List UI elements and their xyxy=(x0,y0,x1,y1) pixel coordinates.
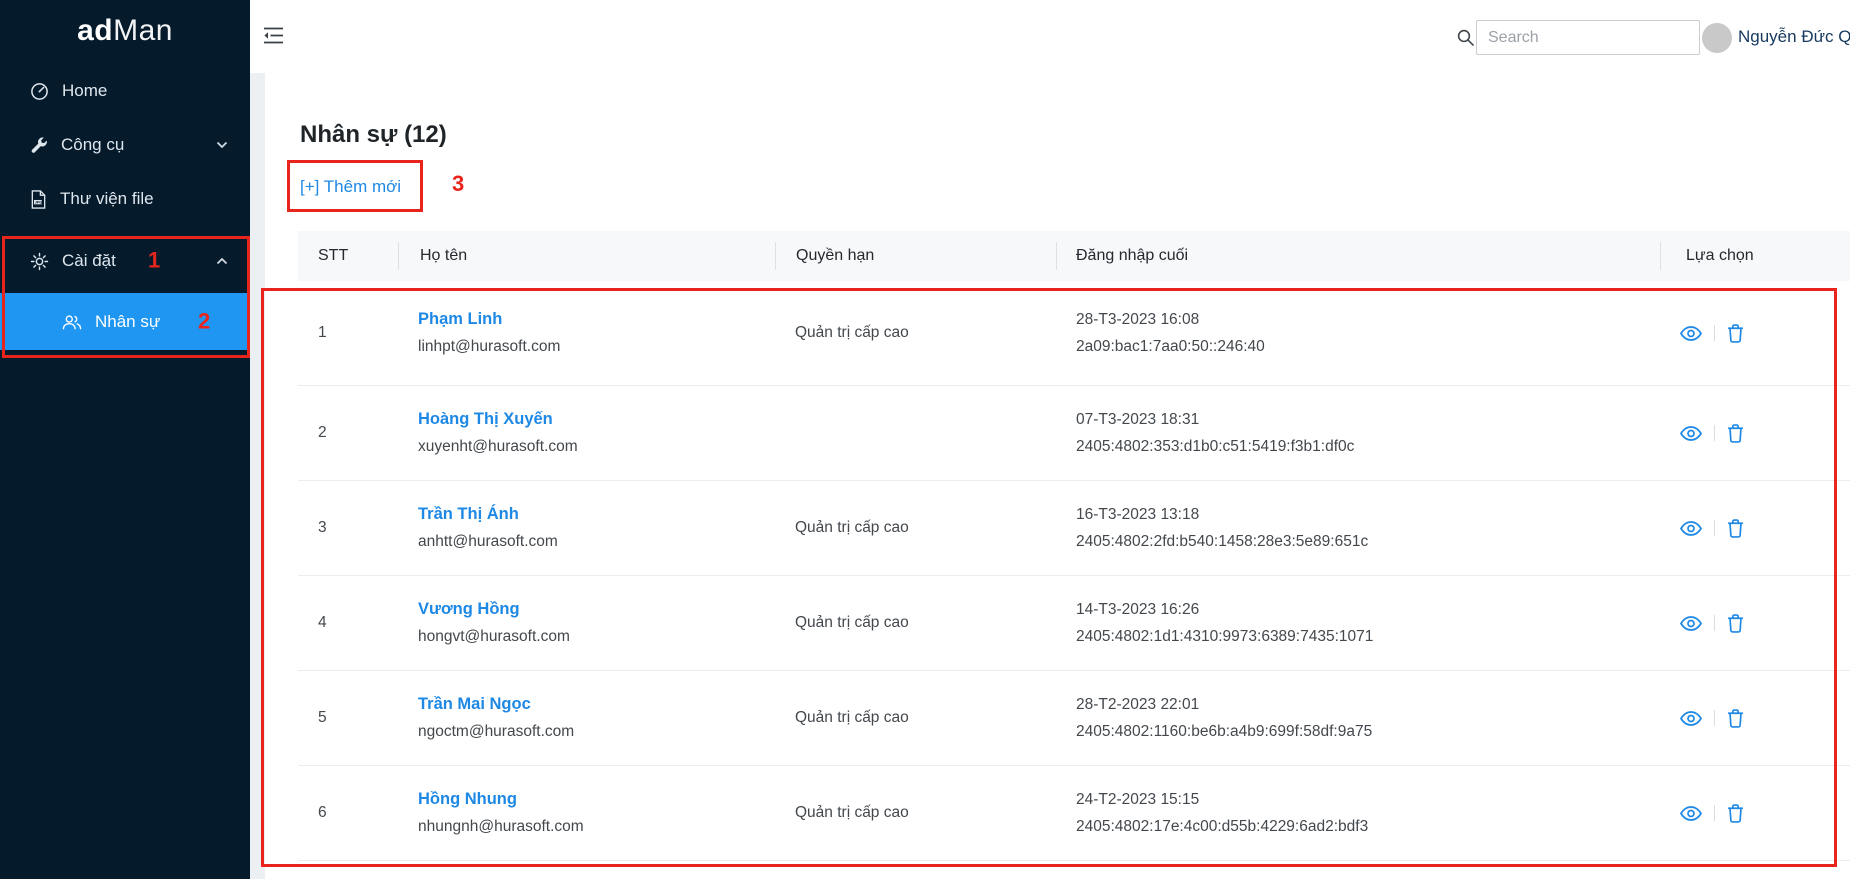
view-button[interactable] xyxy=(1680,711,1702,726)
last-login-ip: 2405:4802:2fd:b540:1458:28e3:5e89:651c xyxy=(1076,533,1660,551)
last-login-ip: 2405:4802:1d1:4310:9973:6389:7435:1071 xyxy=(1076,628,1660,646)
page-title: Nhân sự (12) xyxy=(300,121,447,149)
last-login-time: 28-T3-2023 16:08 xyxy=(1076,311,1660,329)
divider xyxy=(1714,615,1715,631)
view-button[interactable] xyxy=(1680,426,1702,441)
delete-button[interactable] xyxy=(1727,424,1744,443)
gear-icon xyxy=(30,252,49,271)
annotation-number-3: 3 xyxy=(452,171,464,197)
dashboard-icon xyxy=(30,82,49,101)
column-header-role: Quyền hạn xyxy=(775,231,1056,281)
sidebar-item-label: Nhân sự xyxy=(95,312,160,332)
last-login-ip: 2405:4802:1160:be6b:a4b9:699f:58df:9a75 xyxy=(1076,723,1660,741)
add-new-button[interactable]: [+] Thêm mới xyxy=(300,177,401,197)
wrench-icon xyxy=(30,136,48,154)
logo-bold: ad xyxy=(77,14,113,47)
row-index: 5 xyxy=(298,709,398,727)
annotation-number-2: 2 xyxy=(198,308,210,334)
user-name-link[interactable]: Hoàng Thị Xuyến xyxy=(418,410,775,429)
user-email: hongvt@hurasoft.com xyxy=(418,628,775,646)
last-login-time: 14-T3-2023 16:26 xyxy=(1076,601,1660,619)
user-name[interactable]: Nguyễn Đức Qu xyxy=(1738,27,1850,47)
sidebar-item-label: Thư viện file xyxy=(60,189,154,209)
user-name-link[interactable]: Phạm Linh xyxy=(418,310,775,329)
chevron-down-icon xyxy=(216,141,228,149)
last-login-ip: 2405:4802:17e:4c00:d55b:4229:6ad2:bdf3 xyxy=(1076,818,1660,836)
user-email: ngoctm@hurasoft.com xyxy=(418,723,775,741)
column-header-last-login: Đăng nhập cuối xyxy=(1056,231,1660,281)
app-logo: adMan xyxy=(0,14,250,48)
user-name-link[interactable]: Hồng Nhung xyxy=(418,790,775,809)
search-input[interactable] xyxy=(1476,20,1700,55)
last-login-ip: 2405:4802:353:d1b0:c51:5419:f3b1:df0c xyxy=(1076,438,1660,456)
table-header: STT Họ tên Quyền hạn Đăng nhập cuối Lựa … xyxy=(298,231,1850,281)
last-login-time: 07-T3-2023 18:31 xyxy=(1076,411,1660,429)
sidebar-item-home[interactable]: Home xyxy=(0,64,250,118)
column-header-stt: STT xyxy=(298,231,398,281)
column-header-name: Họ tên xyxy=(398,231,775,281)
sidebar-item-file-library[interactable]: JPG Thư viện file xyxy=(0,172,250,226)
last-login-time: 24-T2-2023 15:15 xyxy=(1076,791,1660,809)
user-email: xuyenht@hurasoft.com xyxy=(418,438,775,456)
user-role: Quản trị cấp cao xyxy=(775,324,1056,342)
personnel-table: STT Họ tên Quyền hạn Đăng nhập cuối Lựa … xyxy=(298,231,1850,861)
last-login-time: 28-T2-2023 22:01 xyxy=(1076,696,1660,714)
sidebar: adMan Home Công cụ JPG Thư viện fi xyxy=(0,0,250,879)
user-name-link[interactable]: Trần Thị Ánh xyxy=(418,505,775,524)
delete-button[interactable] xyxy=(1727,324,1744,343)
row-index: 4 xyxy=(298,614,398,632)
chevron-up-icon xyxy=(216,257,228,265)
user-role: Quản trị cấp cao xyxy=(775,519,1056,537)
delete-button[interactable] xyxy=(1727,804,1744,823)
user-role: Quản trị cấp cao xyxy=(775,614,1056,632)
sidebar-item-tools[interactable]: Công cụ xyxy=(0,118,250,172)
annotation-number-1: 1 xyxy=(148,247,160,273)
table-row: 1 Phạm Linh linhpt@hurasoft.com Quản trị… xyxy=(298,281,1850,386)
sidebar-item-label: Công cụ xyxy=(61,135,124,155)
divider xyxy=(1714,425,1715,441)
divider xyxy=(1714,710,1715,726)
sidebar-item-label: Home xyxy=(62,81,107,101)
view-button[interactable] xyxy=(1680,806,1702,821)
search-icon[interactable] xyxy=(1457,29,1474,46)
view-button[interactable] xyxy=(1680,616,1702,631)
delete-button[interactable] xyxy=(1727,614,1744,633)
view-button[interactable] xyxy=(1680,326,1702,341)
logo-light: Man xyxy=(113,14,173,47)
last-login-ip: 2a09:bac1:7aa0:50::246:40 xyxy=(1076,338,1660,356)
divider xyxy=(1714,325,1715,341)
row-index: 1 xyxy=(298,324,398,342)
delete-button[interactable] xyxy=(1727,709,1744,728)
table-row: 5 Trần Mai Ngọc ngoctm@hurasoft.com Quản… xyxy=(298,671,1850,766)
avatar[interactable] xyxy=(1702,23,1732,53)
table-row: 6 Hồng Nhung nhungnh@hurasoft.com Quản t… xyxy=(298,766,1850,861)
svg-text:JPG: JPG xyxy=(35,200,43,204)
last-login-time: 16-T3-2023 13:18 xyxy=(1076,506,1660,524)
sidebar-collapse-icon[interactable] xyxy=(263,27,284,44)
column-header-actions: Lựa chọn xyxy=(1660,231,1850,281)
file-image-icon: JPG xyxy=(30,190,47,209)
divider xyxy=(1714,805,1715,821)
table-row: 2 Hoàng Thị Xuyến xuyenht@hurasoft.com 0… xyxy=(298,386,1850,481)
sidebar-item-personnel[interactable]: Nhân sự 2 xyxy=(0,293,250,350)
view-button[interactable] xyxy=(1680,521,1702,536)
sidebar-item-label: Cài đặt xyxy=(62,251,116,271)
user-email: anhtt@hurasoft.com xyxy=(418,533,775,551)
sidebar-item-settings[interactable]: Cài đặt 1 xyxy=(0,232,250,290)
user-name-link[interactable]: Trần Mai Ngọc xyxy=(418,695,775,714)
delete-button[interactable] xyxy=(1727,519,1744,538)
row-index: 3 xyxy=(298,519,398,537)
user-email: linhpt@hurasoft.com xyxy=(418,338,775,356)
user-name-link[interactable]: Vương Hồng xyxy=(418,600,775,619)
user-role: Quản trị cấp cao xyxy=(775,709,1056,727)
user-role: Quản trị cấp cao xyxy=(775,804,1056,822)
table-row: 4 Vương Hồng hongvt@hurasoft.com Quản tr… xyxy=(298,576,1850,671)
people-icon xyxy=(62,313,82,331)
user-email: nhungnh@hurasoft.com xyxy=(418,818,775,836)
row-index: 2 xyxy=(298,424,398,442)
divider xyxy=(1714,520,1715,536)
row-index: 6 xyxy=(298,804,398,822)
table-row: 3 Trần Thị Ánh anhtt@hurasoft.com Quản t… xyxy=(298,481,1850,576)
